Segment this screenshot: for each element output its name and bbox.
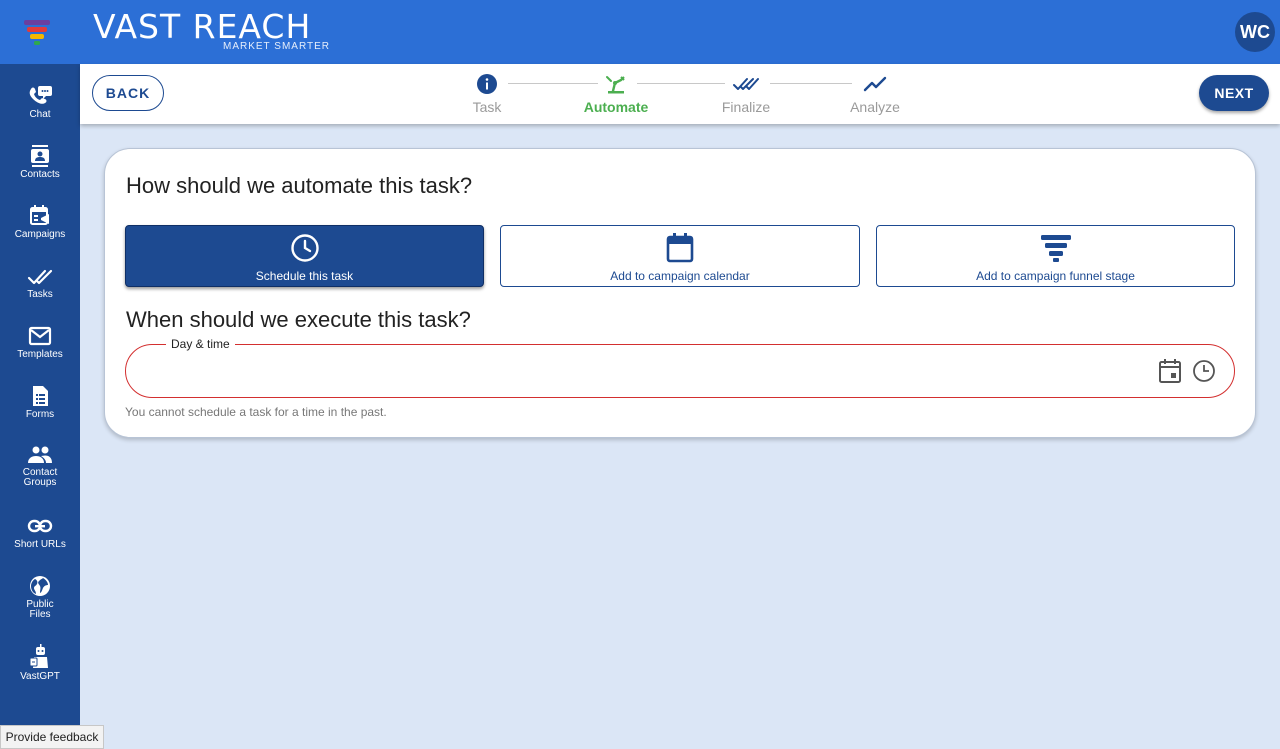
automate-icon [606,76,625,94]
step-label: Finalize [721,99,771,115]
sidebar-item-label-line2: Groups [23,477,57,488]
info-icon [477,74,497,94]
option-label: Add to campaign funnel stage [976,269,1135,283]
provide-feedback-button[interactable]: Provide feedback [0,725,104,749]
campaigns-icon [30,205,49,225]
step-automate[interactable]: Automate [576,74,656,115]
next-button[interactable]: NEXT [1199,75,1269,111]
chat-icon [29,86,52,104]
sidebar-item-templates[interactable]: Templates [0,324,80,360]
sidebar-item-tasks[interactable]: Tasks [0,264,80,300]
brand-logo[interactable]: VAST REACH MARKET SMARTER [93,7,329,53]
tasks-icon [27,269,53,285]
contacts-icon [31,145,49,167]
sidebar-item-label: Chat [29,109,51,120]
funnel-logo-icon[interactable] [22,18,52,46]
link-icon [27,519,53,533]
step-analyze[interactable]: Analyze [835,74,915,115]
sidebar-item-label: Contacts [20,169,60,180]
globe-icon [30,576,50,596]
sidebar-item-short-urls[interactable]: Short URLs [0,514,80,550]
option-label: Schedule this task [255,269,354,283]
option-label: Add to campaign calendar [610,269,750,283]
email-icon [28,326,52,346]
double-check-icon [733,78,759,90]
calendar-picker-icon[interactable] [1158,358,1182,384]
sidebar: Chat Contacts Campaigns Tasks Templates … [0,64,80,749]
datetime-field: Day & time [125,337,1235,398]
robot-icon [29,644,48,668]
automate-question: How should we automate this task? [126,173,473,198]
sidebar-item-contacts[interactable]: Contacts [0,144,80,180]
back-button[interactable]: BACK [92,75,164,111]
sidebar-item-campaigns[interactable]: Campaigns [0,204,80,240]
trend-icon [863,76,887,92]
brand-tagline: MARKET SMARTER [223,41,330,52]
step-label: Task [472,99,502,115]
sidebar-item-vastgpt[interactable]: VastGPT [0,644,80,682]
datetime-label: Day & time [166,337,235,351]
step-task[interactable]: Task [447,74,527,115]
sidebar-item-contact-groups[interactable]: Contact Groups [0,444,80,488]
sidebar-item-label: VastGPT [20,671,60,682]
clock-icon [290,234,319,262]
top-bar: VAST REACH MARKET SMARTER WC [0,0,1280,64]
schedule-task-option[interactable]: Schedule this task [125,225,484,287]
campaign-funnel-option[interactable]: Add to campaign funnel stage [876,225,1235,287]
sidebar-item-label-line2: Files [29,609,51,620]
sidebar-item-label: Templates [17,349,63,360]
sidebar-item-label: Tasks [27,289,53,300]
stepper-bar: BACK Task Automate Finalize Analyze NEXT [80,64,1280,124]
sidebar-item-label: Campaigns [14,229,66,240]
campaign-calendar-option[interactable]: Add to campaign calendar [500,225,860,287]
sidebar-item-forms[interactable]: Forms [0,384,80,420]
groups-icon [28,446,52,463]
calendar-icon [666,233,694,263]
forms-icon [33,386,48,406]
sidebar-item-label: Forms [25,409,55,420]
sidebar-item-public-files[interactable]: Public Files [0,574,80,620]
brand-title: VAST REACH [93,7,312,46]
step-label: Automate [583,99,649,115]
sidebar-item-label: Short URLs [14,539,66,550]
datetime-error-text: You cannot schedule a task for a time in… [125,405,387,419]
user-avatar[interactable]: WC [1235,12,1275,52]
step-label: Analyze [850,99,900,115]
funnel-icon [1040,235,1071,262]
automation-card: How should we automate this task? Schedu… [104,148,1256,438]
time-picker-icon[interactable] [1192,358,1216,384]
datetime-input[interactable] [146,359,1046,383]
execute-question: When should we execute this task? [126,307,471,332]
step-finalize[interactable]: Finalize [706,74,786,115]
sidebar-item-chat[interactable]: Chat [0,84,80,120]
